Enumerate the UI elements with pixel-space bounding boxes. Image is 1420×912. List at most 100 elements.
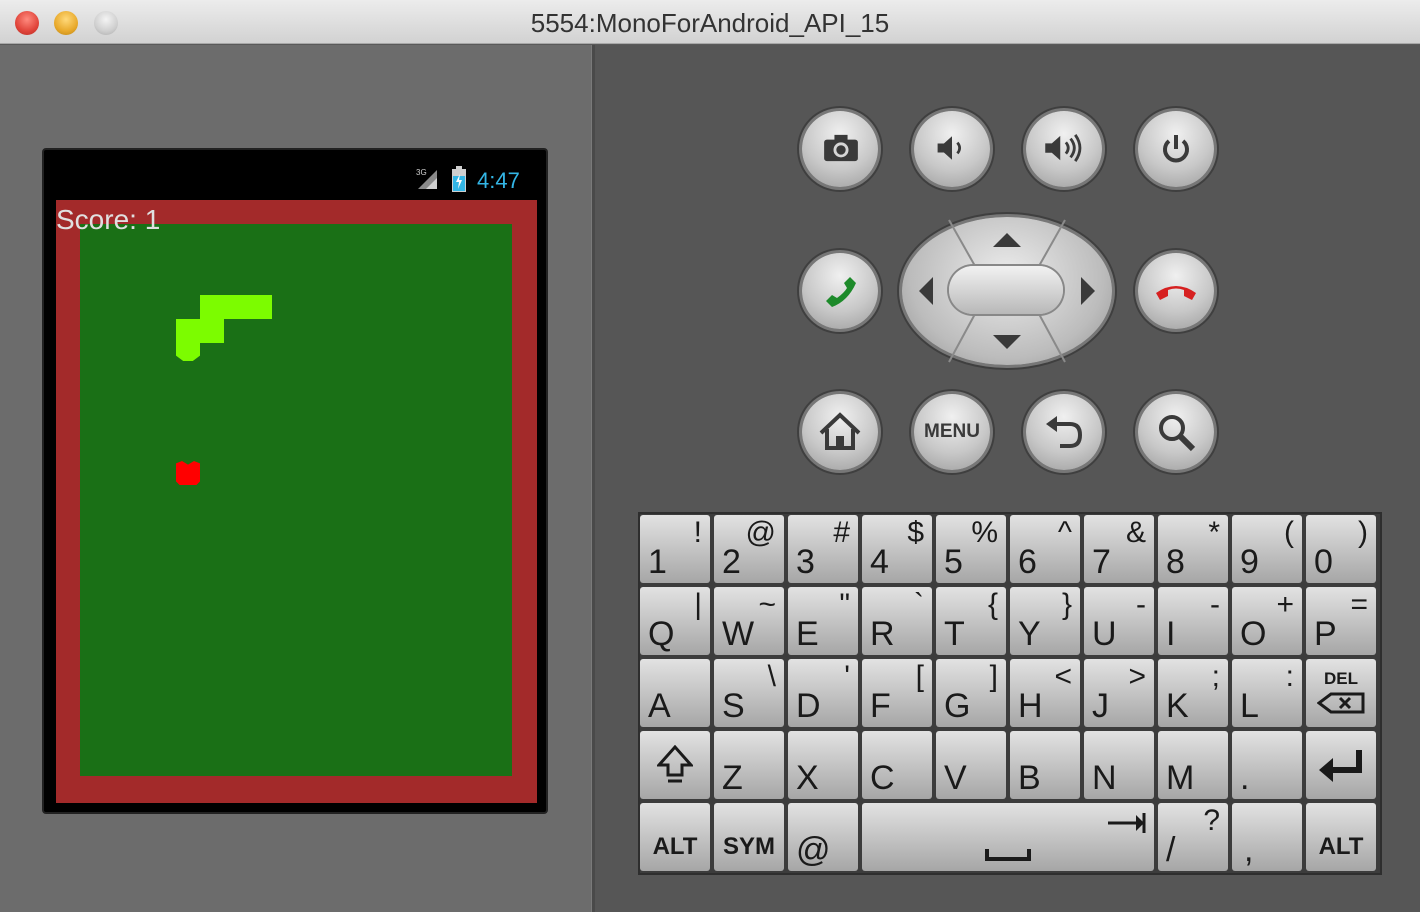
dpad-down-icon[interactable] [993, 335, 1021, 349]
home-button[interactable] [802, 394, 878, 470]
slash-key[interactable]: /? [1158, 803, 1228, 871]
key-u[interactable]: U- [1084, 587, 1154, 655]
del-label: DEL [1324, 669, 1358, 688]
key-8[interactable]: 8 * [1158, 515, 1228, 583]
key-0[interactable]: 0) [1306, 515, 1376, 583]
key-i[interactable]: I- [1158, 587, 1228, 655]
key-5[interactable]: 5% [936, 515, 1006, 583]
status-bar: 3G 4:47 [44, 150, 546, 200]
search-button[interactable] [1138, 394, 1214, 470]
key-main-label: G [944, 687, 971, 725]
key-x[interactable]: X [788, 731, 858, 799]
snake-head [176, 343, 200, 361]
del-key[interactable]: DEL [1306, 659, 1376, 727]
alt-right-key[interactable]: ALT [1306, 803, 1376, 871]
key-w[interactable]: W ~ [714, 587, 784, 655]
key-main-label: C [870, 759, 895, 797]
alt-left-key[interactable]: ALT [640, 803, 710, 871]
dpad-left-icon[interactable] [919, 277, 933, 305]
key-o[interactable]: O + [1232, 587, 1302, 655]
dpad-center-button[interactable] [949, 266, 1063, 314]
sym-label: SYM [722, 833, 775, 860]
key-e[interactable]: E " [788, 587, 858, 655]
alt-left-label: ALT [652, 833, 698, 860]
key-1[interactable]: 1! [640, 515, 710, 583]
key-alt-label: @ [745, 516, 776, 549]
key-z[interactable]: Z [714, 731, 784, 799]
key-j[interactable]: J > [1084, 659, 1154, 727]
key-alt-label: : [1285, 660, 1294, 693]
key-h[interactable]: H < [1010, 659, 1080, 727]
key-main-label: O [1240, 615, 1267, 653]
key-main-label: B [1018, 759, 1041, 797]
key-y[interactable]: Y} [1010, 587, 1080, 655]
key-r[interactable]: R ` [862, 587, 932, 655]
key-p[interactable]: P = [1306, 587, 1376, 655]
key-b[interactable]: B [1010, 731, 1080, 799]
key-l[interactable]: L: [1232, 659, 1302, 727]
key-alt-label: - [1210, 588, 1220, 621]
back-button[interactable] [1026, 394, 1102, 470]
dpad-right-icon[interactable] [1081, 277, 1095, 305]
key-t[interactable]: T{ [936, 587, 1006, 655]
game-board[interactable] [56, 200, 537, 803]
key-k[interactable]: K; [1158, 659, 1228, 727]
key-alt-label: % [971, 516, 998, 549]
key-period[interactable]: . [1232, 731, 1302, 799]
key-main-label: Q [648, 615, 675, 653]
shift-key[interactable] [640, 731, 710, 799]
hardware-controls-pane: MENU 1! 2 @3 #4 $5% 6 ^ 7 & 8 * 9(0) Q | W ~ E " R ` T{Y} U -… [595, 45, 1420, 912]
key-main-label: 0 [1314, 543, 1333, 581]
call-button[interactable] [802, 253, 878, 329]
key-a[interactable]: A [640, 659, 710, 727]
menu-button[interactable]: MENU [914, 394, 990, 470]
key-c[interactable]: C [862, 731, 932, 799]
volume-down-button[interactable] [914, 111, 990, 187]
camera-button[interactable] [802, 111, 878, 187]
key-v[interactable]: V [936, 731, 1006, 799]
sym-key[interactable]: SYM [714, 803, 784, 871]
key-9[interactable]: 9( [1232, 515, 1302, 583]
comma-key[interactable]: , [1232, 803, 1302, 871]
key-main-label: 3 [796, 543, 815, 581]
key-f[interactable]: F[ [862, 659, 932, 727]
end-call-button[interactable] [1138, 253, 1214, 329]
key-d[interactable]: D ' [788, 659, 858, 727]
key-alt-label: + [1276, 588, 1294, 621]
key-7[interactable]: 7 & [1084, 515, 1154, 583]
volume-down-icon [937, 136, 961, 160]
power-button[interactable] [1138, 111, 1214, 187]
key-alt-label: & [1125, 516, 1146, 549]
dpad[interactable] [902, 217, 1112, 365]
key-alt-label: * [1208, 516, 1220, 549]
enter-key[interactable] [1306, 731, 1376, 799]
key-m[interactable]: M [1158, 731, 1228, 799]
key-s[interactable]: S \ [714, 659, 784, 727]
at-key[interactable]: @ [788, 803, 858, 871]
key-main-label: 6 [1018, 543, 1037, 581]
space-key[interactable] [862, 803, 1154, 871]
key-6[interactable]: 6 ^ [1010, 515, 1080, 583]
key-alt-label: ] [989, 660, 998, 693]
key-main-label: P [1314, 615, 1337, 653]
key-g[interactable]: G] [936, 659, 1006, 727]
key-main-label: X [796, 759, 819, 797]
home-icon [819, 412, 861, 450]
key-alt-label: > [1128, 660, 1146, 693]
key-alt-label: \ [767, 660, 776, 693]
key-3[interactable]: 3 # [788, 515, 858, 583]
network-label: 3G [416, 168, 427, 177]
key-main-label: A [648, 687, 671, 725]
volume-up-button[interactable] [1026, 111, 1102, 187]
call-icon [826, 277, 856, 307]
dpad-up-icon[interactable] [993, 233, 1021, 247]
status-time: 4:47 [477, 168, 520, 193]
key-main-label: 4 [870, 543, 889, 581]
key-4[interactable]: 4 $ [862, 515, 932, 583]
key-n[interactable]: N [1084, 731, 1154, 799]
key-alt-label: ) [1358, 516, 1368, 549]
key-q[interactable]: Q | [640, 587, 710, 655]
key-alt-label: < [1054, 660, 1072, 693]
key-2[interactable]: 2 @ [714, 515, 784, 583]
device-screen[interactable]: 3G 4:47 Score: 1 [42, 148, 548, 814]
